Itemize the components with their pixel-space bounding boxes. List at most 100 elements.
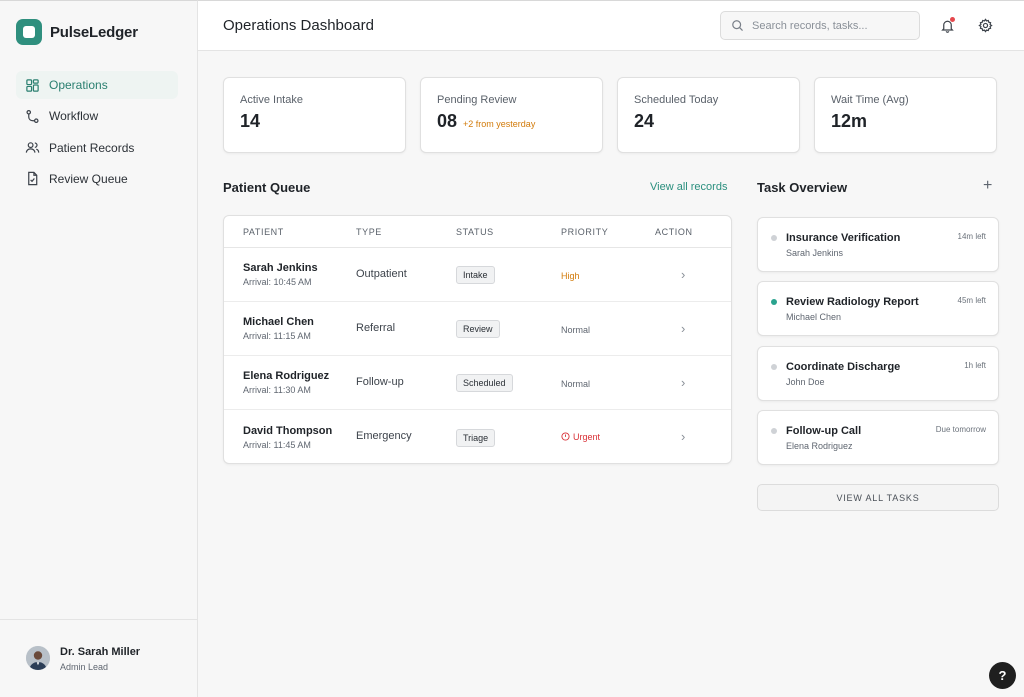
stat-value-wrapper: 14 xyxy=(240,111,389,132)
task-status-dot xyxy=(771,364,777,370)
patient-name: David Thompson xyxy=(243,424,333,437)
sidebar-item-review-queue[interactable]: Review Queue xyxy=(16,165,178,193)
patient-cell: Sarah Jenkins Arrival: 10:45 AM xyxy=(224,262,356,287)
task-overview-title: Task Overview xyxy=(757,180,848,195)
patient-type: Follow-up xyxy=(356,375,404,388)
priority-cell: Urgent xyxy=(561,428,655,446)
document-check-icon xyxy=(28,172,38,186)
notifications-button[interactable] xyxy=(938,16,956,34)
add-task-button[interactable]: + xyxy=(983,177,992,195)
stat-value-wrapper: 08 +2 from yesterday xyxy=(437,111,586,132)
task-card[interactable]: Coordinate Discharge John Doe 1h left xyxy=(757,346,999,401)
column-header-priority: PRIORITY xyxy=(561,226,609,237)
status-badge: Triage xyxy=(456,428,496,447)
grid-icon xyxy=(26,78,39,92)
patient-arrival: Arrival: 11:45 AM xyxy=(243,439,311,450)
task-due: 45m left xyxy=(957,296,986,305)
priority-cell: High xyxy=(561,266,655,284)
patient-name: Sarah Jenkins xyxy=(243,262,318,274)
logo-icon xyxy=(16,19,42,45)
workflow-icon xyxy=(26,109,39,123)
sidebar-item-label: Review Queue xyxy=(49,171,128,186)
view-all-tasks-button[interactable]: VIEW ALL TASKS xyxy=(757,484,999,511)
task-card[interactable]: Review Radiology Report Michael Chen 45m… xyxy=(757,281,999,336)
stat-value: 12m xyxy=(831,111,868,131)
help-button[interactable]: ? xyxy=(989,662,1016,689)
task-status-dot xyxy=(771,235,777,241)
table-row[interactable]: Elena Rodriguez Arrival: 11:30 AM Follow… xyxy=(224,356,731,410)
task-title: Follow-up Call xyxy=(786,425,862,437)
sidebar: PulseLedger Operations Workflow Patient … xyxy=(0,0,198,697)
status-cell: Intake xyxy=(456,265,561,284)
patient-queue-title: Patient Queue xyxy=(223,180,311,195)
stat-card-active-intake: Active Intake 14 xyxy=(223,77,406,153)
table-row[interactable]: Sarah Jenkins Arrival: 10:45 AM Outpatie… xyxy=(224,248,731,302)
sidebar-nav: Operations Workflow Patient Records Revi… xyxy=(16,71,178,196)
stat-value: 08 xyxy=(437,111,458,131)
stat-card-wait-time: Wait Time (Avg) 12m xyxy=(814,77,997,153)
patient-cell: Michael Chen Arrival: 11:15 AM xyxy=(224,316,356,341)
patient-name: Michael Chen xyxy=(243,316,314,328)
user-name: Dr. Sarah Miller xyxy=(60,646,141,658)
main-content: Active Intake 14 Pending Review 08 +2 fr… xyxy=(198,52,1024,697)
chevron-right-icon[interactable]: › xyxy=(681,267,685,282)
chevron-right-icon[interactable]: › xyxy=(681,375,685,390)
priority-cell: Normal xyxy=(561,374,655,392)
column-header-patient: PATIENT xyxy=(243,226,284,237)
top-bar: Operations Dashboard xyxy=(198,0,1024,51)
task-card[interactable]: Insurance Verification Sarah Jenkins 14m… xyxy=(757,217,999,272)
user-profile[interactable]: Dr. Sarah Miller Admin Lead xyxy=(0,619,197,697)
patient-name: Elena Rodriguez xyxy=(243,370,330,382)
task-due: Due tomorrow xyxy=(935,425,986,434)
patient-arrival: Arrival: 11:30 AM xyxy=(243,385,311,395)
settings-button[interactable] xyxy=(976,16,994,34)
task-status-dot xyxy=(771,299,777,305)
sidebar-item-label: Operations xyxy=(49,78,108,92)
priority-wrapper: Urgent xyxy=(561,432,600,442)
stat-label: Wait Time (Avg) xyxy=(831,94,909,106)
sidebar-item-workflow[interactable]: Workflow xyxy=(16,102,178,130)
brand-name: PulseLedger xyxy=(50,23,138,41)
sidebar-item-label: Patient Records xyxy=(49,140,135,155)
stat-card-pending-review: Pending Review 08 +2 from yesterday xyxy=(420,77,603,153)
task-patient: Sarah Jenkins xyxy=(786,248,844,258)
sidebar-item-label: Workflow xyxy=(49,109,99,124)
sidebar-item-patient-records[interactable]: Patient Records xyxy=(16,134,178,162)
stat-label: Active Intake xyxy=(240,94,303,106)
action-cell: › xyxy=(655,320,725,338)
patient-type: Outpatient xyxy=(356,267,407,280)
status-cell: Triage xyxy=(456,428,561,447)
patient-cell: David Thompson Arrival: 11:45 AM xyxy=(224,425,356,450)
table-header: PATIENT TYPE STATUS PRIORITY ACTION xyxy=(224,216,731,248)
status-cell: Review xyxy=(456,319,561,338)
task-title: Review Radiology Report xyxy=(786,296,919,308)
status-cell: Scheduled xyxy=(456,373,561,392)
search-icon xyxy=(732,20,743,31)
avatar xyxy=(26,646,50,670)
stat-label: Scheduled Today xyxy=(634,94,719,106)
action-cell: › xyxy=(655,374,725,392)
search-input[interactable] xyxy=(752,19,912,32)
task-due: 14m left xyxy=(957,232,986,241)
task-card[interactable]: Follow-up Call Elena Rodriguez Due tomor… xyxy=(757,410,999,465)
status-badge: Scheduled xyxy=(456,374,513,392)
column-header-type: TYPE xyxy=(356,226,382,237)
table-row[interactable]: Michael Chen Arrival: 11:15 AM Referral … xyxy=(224,302,731,356)
patient-arrival: Arrival: 10:45 AM xyxy=(243,277,312,287)
patient-queue-table: PATIENT TYPE STATUS PRIORITY ACTION Sara… xyxy=(223,215,732,464)
table-row[interactable]: David Thompson Arrival: 11:45 AM Emergen… xyxy=(224,410,731,463)
stat-value-wrapper: 12m xyxy=(831,111,980,132)
patient-type: Referral xyxy=(356,321,396,334)
priority-label: Normal xyxy=(561,324,591,335)
search-box[interactable] xyxy=(720,11,920,40)
gear-icon xyxy=(977,17,993,33)
chevron-right-icon[interactable]: › xyxy=(681,429,685,444)
brand[interactable]: PulseLedger xyxy=(16,19,138,45)
chevron-right-icon[interactable]: › xyxy=(681,321,685,336)
action-cell: › xyxy=(655,428,725,446)
stat-delta: +2 from yesterday xyxy=(463,119,536,129)
patient-type: Emergency xyxy=(356,430,412,442)
sidebar-item-operations[interactable]: Operations xyxy=(16,71,178,99)
priority-cell: Normal xyxy=(561,320,655,338)
view-all-records-link[interactable]: View all records xyxy=(650,181,727,193)
